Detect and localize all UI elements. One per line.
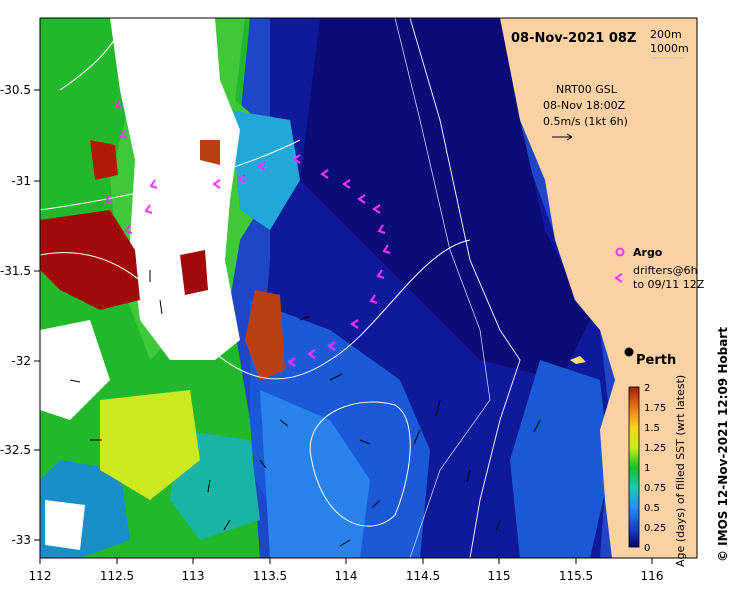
y-tick-label: -31 — [11, 174, 31, 188]
drifters-label-line2: to 09/11 12Z — [633, 278, 705, 291]
colorbar-tick: 0.25 — [644, 523, 666, 534]
x-tick-label: 113 — [182, 569, 205, 583]
x-tick-label: 115 — [488, 569, 511, 583]
drifters-label-line1: drifters@6h — [633, 264, 698, 277]
colorbar-tick: 1.25 — [644, 443, 666, 454]
argo-label: Argo — [633, 246, 663, 259]
current-source: NRT00 GSL — [556, 83, 618, 96]
colorbar-gradient — [628, 386, 640, 548]
y-tick-label: -33 — [11, 533, 31, 547]
x-tick-label: 114 — [335, 569, 358, 583]
x-tick-label: 114.5 — [406, 569, 440, 583]
credit-label: © IMOS 12-Nov-2021 12:09 Hobart — [716, 327, 730, 562]
x-tick-label: 113.5 — [253, 569, 287, 583]
perth-marker — [624, 347, 634, 357]
y-tick-label: -32 — [11, 354, 31, 368]
y-tick-label: -32.5 — [0, 443, 31, 457]
y-axis: -30.5 -31 -31.5 -32 -32.5 -33 — [0, 83, 40, 547]
colorbar-tick: 0.5 — [644, 503, 660, 514]
isobath-label-200m: 200m — [650, 28, 682, 41]
colorbar-tick: 1.75 — [644, 403, 666, 414]
isobath-label-1000m: 1000m — [650, 42, 689, 55]
colorbar-tick: 2 — [644, 383, 650, 394]
x-tick-label: 116 — [641, 569, 664, 583]
x-axis: 112 112.5 113 113.5 114 114.5 115 115.5 … — [29, 558, 664, 583]
x-tick-label: 115.5 — [559, 569, 593, 583]
x-tick-label: 112.5 — [100, 569, 134, 583]
colorbar-tick: 1.5 — [644, 423, 660, 434]
colorbar-tick: 1 — [644, 463, 650, 474]
sst-age-map: 112 112.5 113 113.5 114 114.5 115 115.5 … — [0, 17, 730, 583]
colorbar-tick: 0 — [644, 543, 650, 554]
y-tick-label: -30.5 — [0, 83, 31, 97]
current-scale: 0.5m/s (1kt 6h) — [543, 115, 628, 128]
map-timestamp: 08-Nov-2021 08Z — [511, 31, 636, 46]
colorbar-label: Age (days) of filled SST (wrt latest) — [674, 375, 687, 567]
y-tick-label: -31.5 — [0, 264, 31, 278]
current-time: 08-Nov 18:00Z — [543, 99, 626, 112]
colorbar-tick: 0.75 — [644, 483, 666, 494]
x-tick-label: 112 — [29, 569, 52, 583]
city-label-perth: Perth — [636, 353, 676, 368]
